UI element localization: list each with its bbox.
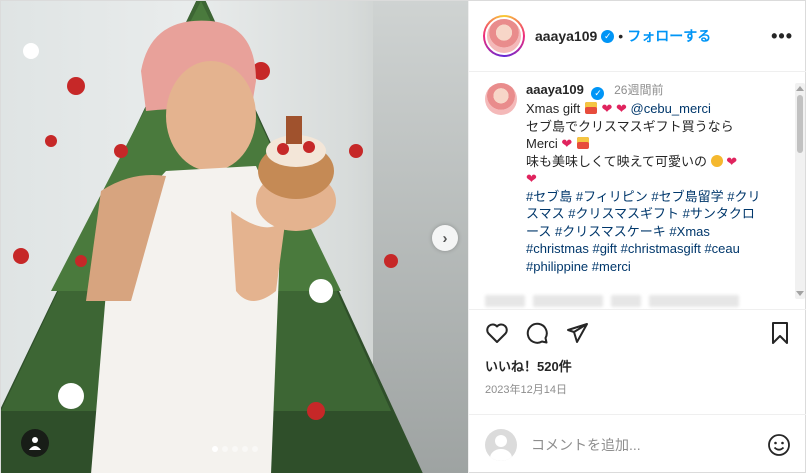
post-photo[interactable]: › bbox=[1, 1, 468, 473]
carousel-dot bbox=[211, 446, 218, 452]
caption-username[interactable]: aaaya109 bbox=[526, 82, 584, 97]
verified-badge-icon: ✓ bbox=[601, 29, 615, 43]
post-header: aaaya109 ✓ • フォローする ••• bbox=[469, 1, 806, 72]
post-time[interactable]: 26週間前 bbox=[614, 83, 663, 97]
hashtags[interactable]: #セブ島 #フィリピン #セブ島留学 #クリスマス #クリスマスギフト #サンタ… bbox=[526, 188, 761, 276]
blurred-comment-row bbox=[485, 295, 785, 309]
share-icon[interactable] bbox=[565, 321, 589, 345]
heart-eyes-emoji-icon: ❤ bbox=[561, 136, 573, 152]
caption-body: aaaya109 ✓ 26週間前 Xmas gift ❤ ❤ @cebu_mer… bbox=[526, 81, 761, 275]
post-date[interactable]: 2023年12月14日 bbox=[485, 381, 791, 397]
emoji-picker-icon[interactable] bbox=[767, 433, 791, 457]
person-illustration bbox=[86, 20, 336, 473]
caption-section[interactable]: aaaya109 ✓ 26週間前 Xmas gift ❤ ❤ @cebu_mer… bbox=[469, 73, 806, 307]
author-username[interactable]: aaaya109 bbox=[535, 28, 597, 44]
scroll-up-icon[interactable] bbox=[796, 86, 804, 91]
like-count[interactable]: いいね！520件 bbox=[485, 356, 791, 375]
smile-emoji-icon bbox=[710, 154, 723, 167]
gift-emoji-icon bbox=[584, 102, 597, 115]
scroll-thumb[interactable] bbox=[797, 95, 803, 153]
viewer-avatar bbox=[485, 428, 517, 461]
author-avatar[interactable] bbox=[483, 15, 525, 57]
carousel-dots bbox=[1, 446, 468, 452]
verified-badge-icon: ✓ bbox=[591, 87, 605, 101]
more-options-icon[interactable]: ••• bbox=[771, 27, 793, 45]
scroll-down-icon[interactable] bbox=[796, 291, 804, 296]
comment-bar: コメントを追加... bbox=[469, 414, 806, 473]
comment-icon[interactable] bbox=[525, 321, 549, 345]
gift-emoji-icon bbox=[576, 137, 589, 150]
caption-line2: セブ島でクリスマスギフト買うなら bbox=[526, 118, 734, 134]
tagged-users-button[interactable] bbox=[21, 429, 49, 457]
heart-emoji-icon: ❤ bbox=[726, 153, 738, 169]
header-separator: • bbox=[618, 28, 624, 44]
post-frame: › aaaya109 ✓ • フォローする ••• aaaya109 ✓ 26週… bbox=[0, 0, 806, 473]
caption-scrollbar[interactable] bbox=[795, 83, 805, 299]
heart-emoji-icon: ❤ bbox=[615, 101, 627, 117]
carousel-dot bbox=[241, 446, 248, 452]
user-icon bbox=[29, 437, 41, 450]
caption-line4: 味も美味しくて映えて可愛いの bbox=[526, 153, 707, 169]
carousel-dot bbox=[221, 446, 228, 452]
carousel-dot bbox=[251, 446, 258, 452]
post-sidebar: aaaya109 ✓ • フォローする ••• aaaya109 ✓ 26週間前… bbox=[468, 1, 806, 473]
bookmark-icon[interactable] bbox=[769, 321, 791, 345]
caption-line3: Merci bbox=[526, 136, 558, 152]
mention-link[interactable]: @cebu_merci bbox=[631, 101, 711, 116]
next-image-button[interactable]: › bbox=[432, 225, 458, 251]
caption-avatar[interactable] bbox=[485, 83, 517, 115]
carousel-dot bbox=[231, 446, 238, 452]
comment-input[interactable]: コメントを追加... bbox=[531, 435, 641, 455]
like-heart-icon[interactable] bbox=[485, 321, 509, 345]
heart-emoji-icon: ❤ bbox=[601, 101, 613, 117]
caption-line1: Xmas gift bbox=[526, 101, 581, 117]
heart-emoji-icon: ❤ bbox=[526, 171, 537, 187]
follow-button[interactable]: フォローする bbox=[627, 26, 711, 46]
post-actions: いいね！520件 2023年12月14日 bbox=[469, 309, 806, 414]
